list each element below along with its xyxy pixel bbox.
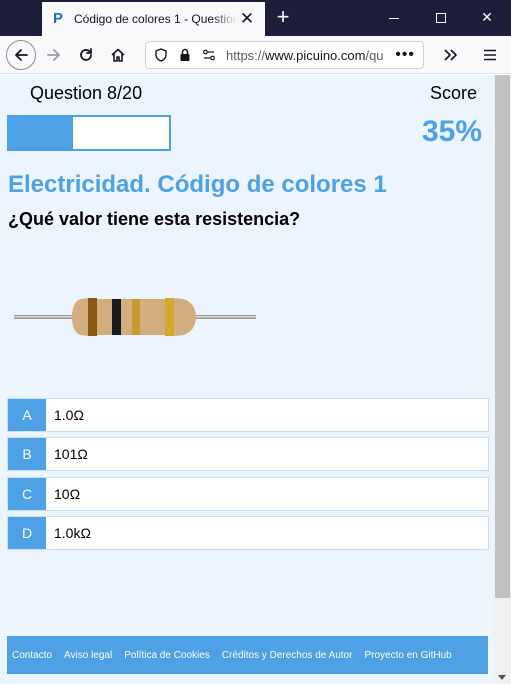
score-label: Score — [430, 83, 478, 103]
url-host: www.picuino.com — [265, 47, 366, 63]
address-bar[interactable]: https://www.picuino.com/qu ••• — [145, 41, 424, 69]
minimize-icon[interactable] — [371, 0, 417, 34]
answer-option-d[interactable]: D 1.0kΩ — [7, 516, 489, 550]
page-content: Question 8/20 Score 35% Electricidad. Có… — [0, 75, 494, 684]
forward-icon[interactable] — [39, 40, 69, 70]
back-icon[interactable] — [6, 40, 36, 70]
footer-link-contacto[interactable]: Contacto — [12, 650, 52, 661]
answer-letter: D — [8, 517, 46, 549]
resistor-band-2 — [112, 299, 121, 335]
footer-link-aviso-legal[interactable]: Aviso legal — [64, 650, 112, 661]
answer-text: 1.0Ω — [54, 407, 84, 423]
close-window-icon[interactable]: ✕ — [464, 0, 510, 34]
answer-option-c[interactable]: C 10Ω — [7, 477, 489, 511]
answer-letter: A — [8, 399, 46, 431]
overflow-icon[interactable] — [435, 40, 465, 70]
answer-text: 10Ω — [54, 486, 81, 502]
resistor-band-4 — [165, 298, 174, 336]
footer-link-cookies[interactable]: Política de Cookies — [124, 650, 210, 661]
answer-option-b[interactable]: B 101Ω — [7, 437, 489, 471]
browser-tab[interactable]: P Código de colores 1 - Questions ✕ — [42, 2, 265, 36]
permissions-icon[interactable] — [200, 46, 218, 64]
more-icon[interactable]: ••• — [395, 46, 415, 64]
url-path: /qu — [365, 47, 384, 63]
scrollbar-thumb[interactable] — [495, 75, 510, 598]
question-text: ¿Qué valor tiene esta resistencia? — [8, 209, 301, 229]
navigation-toolbar: https://www.picuino.com/qu ••• — [0, 36, 511, 74]
resistor-band-3 — [132, 299, 140, 335]
url-text[interactable]: https://www.picuino.com/qu — [226, 48, 386, 63]
site-favicon-icon: P — [52, 10, 63, 27]
reload-icon[interactable] — [71, 40, 101, 70]
url-scheme: https:// — [226, 47, 266, 63]
home-icon[interactable] — [103, 40, 133, 70]
footer-link-github[interactable]: Proyecto en GitHub — [364, 650, 451, 661]
maximize-icon[interactable] — [418, 0, 464, 34]
close-tab-icon[interactable]: ✕ — [239, 10, 255, 27]
footer-link-creditos[interactable]: Créditos y Derechos de Autor — [222, 650, 353, 661]
tab-title: Código de colores 1 - Questions — [74, 12, 237, 26]
resistor-band-1 — [88, 298, 97, 336]
progress-fill — [9, 117, 73, 149]
scroll-down-icon[interactable] — [498, 675, 506, 680]
shield-icon[interactable] — [152, 46, 170, 64]
answer-letter: B — [8, 438, 46, 470]
progress-bar — [7, 115, 171, 151]
answer-letter: C — [8, 478, 46, 510]
answer-text: 101Ω — [54, 446, 88, 462]
page-title: Electricidad. Código de colores 1 — [8, 171, 387, 198]
vertical-scrollbar[interactable] — [494, 75, 511, 684]
menu-icon[interactable] — [475, 40, 505, 70]
score-value: 35% — [422, 115, 483, 148]
answer-option-a[interactable]: A 1.0Ω — [7, 398, 489, 432]
answer-text: 1.0kΩ — [54, 525, 91, 541]
question-counter: Question 8/20 — [30, 83, 143, 103]
resistor-image — [14, 298, 256, 336]
footer: Contacto Aviso legal Política de Cookies… — [7, 636, 488, 674]
new-tab-icon[interactable]: + — [272, 6, 294, 28]
tab-strip: P Código de colores 1 - Questions ✕ + ✕ — [0, 0, 511, 36]
lock-icon[interactable] — [176, 46, 194, 64]
